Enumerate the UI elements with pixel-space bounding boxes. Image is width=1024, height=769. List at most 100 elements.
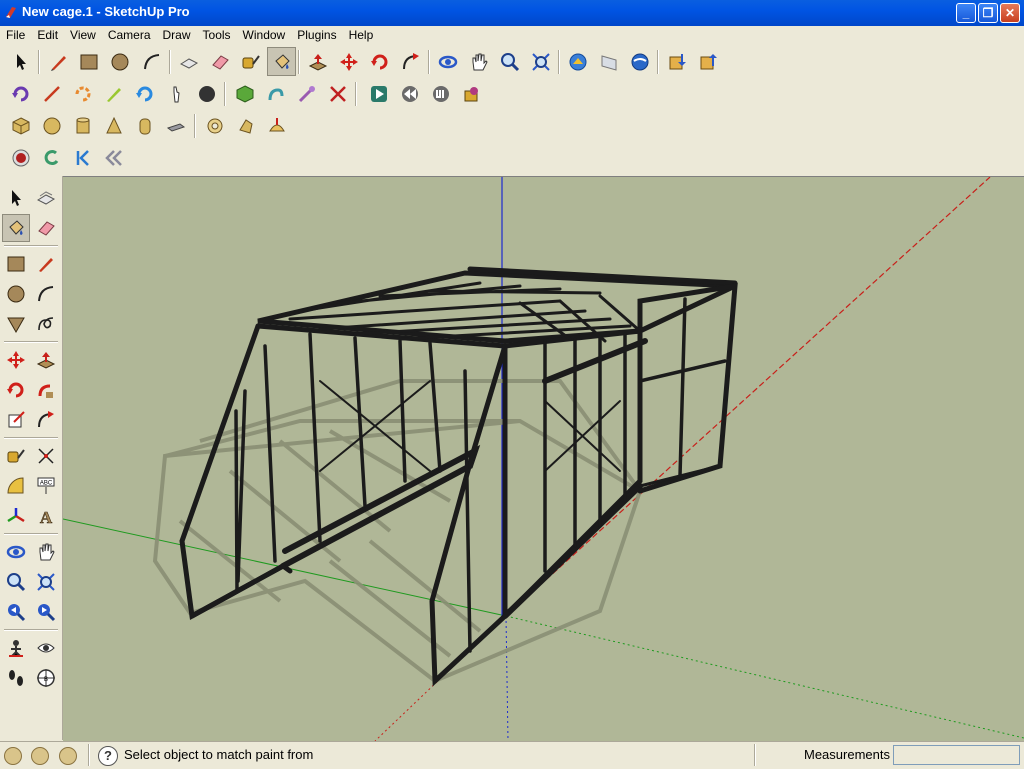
first-frame-icon[interactable] [68,143,97,172]
zoom-window-icon[interactable] [32,568,60,596]
menu-tools[interactable]: Tools [197,26,237,43]
close-button[interactable]: ✕ [1000,3,1020,23]
loop-icon[interactable] [37,143,66,172]
share-model-icon[interactable] [594,47,623,76]
freehand-icon[interactable] [32,310,60,338]
offset-icon[interactable] [32,406,60,434]
drawing-viewport[interactable] [63,176,1024,741]
shape-icon[interactable] [231,111,260,140]
arc-icon[interactable] [32,280,60,308]
play-icon[interactable] [364,79,393,108]
zoom-icon[interactable] [2,568,30,596]
orbit-icon[interactable] [2,538,30,566]
rotate-icon[interactable] [365,47,394,76]
torus-icon[interactable] [200,111,229,140]
export-icon[interactable] [693,47,722,76]
rectangle-icon[interactable] [74,47,103,76]
make-component-icon[interactable] [174,47,203,76]
menu-plugins[interactable]: Plugins [291,26,342,43]
plane-icon[interactable] [161,111,190,140]
get-models-icon[interactable] [563,47,592,76]
circle-icon[interactable] [2,280,30,308]
help-icon[interactable]: ? [98,746,118,766]
sandbox-icon[interactable] [261,79,290,108]
zoom-icon[interactable] [495,47,524,76]
protractor-icon[interactable] [2,472,30,500]
line-tool-icon[interactable] [37,79,66,108]
menu-help[interactable]: Help [343,26,380,43]
menu-file[interactable]: File [0,26,31,43]
cross-icon[interactable] [323,79,352,108]
rectangle-icon[interactable] [2,250,30,278]
scale-icon[interactable] [2,406,30,434]
section-plane-icon[interactable]: B [32,664,60,692]
pencil-green-icon[interactable] [99,79,128,108]
push-pull-icon[interactable] [32,346,60,374]
paint-bucket-icon[interactable] [267,47,296,76]
arc-icon[interactable] [137,47,166,76]
menu-camera[interactable]: Camera [102,26,157,43]
refresh-icon[interactable] [130,79,159,108]
pencil-icon[interactable] [44,47,73,76]
google-earth-icon[interactable] [625,47,654,76]
dome-icon[interactable] [262,111,291,140]
push-pull-icon[interactable] [303,47,332,76]
tape-measure-icon[interactable] [236,47,265,76]
previous-icon[interactable] [99,143,128,172]
3d-text-icon[interactable]: A [32,502,60,530]
axes-icon[interactable] [2,502,30,530]
cube-green-icon[interactable] [230,79,259,108]
text-icon[interactable]: ABC [32,472,60,500]
menu-draw[interactable]: Draw [157,26,197,43]
menu-edit[interactable]: Edit [31,26,64,43]
minimize-button[interactable]: _ [956,3,976,23]
menu-window[interactable]: Window [237,26,292,43]
cone-icon[interactable] [99,111,128,140]
box-icon[interactable] [6,111,35,140]
component-box-icon[interactable] [457,79,486,108]
zoom-extents-icon[interactable] [526,47,555,76]
walk-icon[interactable] [2,664,30,692]
follow-me-icon[interactable] [396,47,425,76]
dark-circle-icon[interactable] [192,79,221,108]
next-view-icon[interactable] [32,598,60,626]
pan-icon[interactable] [32,538,60,566]
select-icon[interactable] [6,47,35,76]
user-icon[interactable] [59,747,77,765]
make-component-icon[interactable] [32,184,60,212]
sphere-icon[interactable] [37,111,66,140]
record-icon[interactable] [6,143,35,172]
follow-me-icon[interactable] [32,376,60,404]
restore-button[interactable]: ❐ [978,3,998,23]
menu-view[interactable]: View [64,26,102,43]
line-icon[interactable] [32,250,60,278]
dimension-icon[interactable] [32,442,60,470]
rotate-icon[interactable] [2,376,30,404]
paint-bucket-icon[interactable] [2,214,30,242]
orbit-icon[interactable] [433,47,462,76]
eraser-icon[interactable] [32,214,60,242]
previous-view-icon[interactable] [2,598,30,626]
measurements-input[interactable] [893,745,1020,765]
geo-location-icon[interactable] [4,747,22,765]
import-icon[interactable] [662,47,691,76]
move-icon[interactable] [334,47,363,76]
pan-icon[interactable] [464,47,493,76]
hand-icon[interactable] [161,79,190,108]
circle-icon[interactable] [105,47,134,76]
position-camera-icon[interactable] [2,634,30,662]
orbit-arrows-icon[interactable] [68,79,97,108]
tape-measure-icon[interactable] [2,442,30,470]
credits-icon[interactable] [31,747,49,765]
tube-icon[interactable] [130,111,159,140]
rewind-icon[interactable] [395,79,424,108]
ui-icon[interactable] [426,79,455,108]
cylinder-icon[interactable] [68,111,97,140]
rotate-tool-icon[interactable] [6,79,35,108]
look-around-icon[interactable] [32,634,60,662]
move-icon[interactable] [2,346,30,374]
polygon-icon[interactable] [2,310,30,338]
select-icon[interactable] [2,184,30,212]
eraser-icon[interactable] [205,47,234,76]
wand-icon[interactable] [292,79,321,108]
